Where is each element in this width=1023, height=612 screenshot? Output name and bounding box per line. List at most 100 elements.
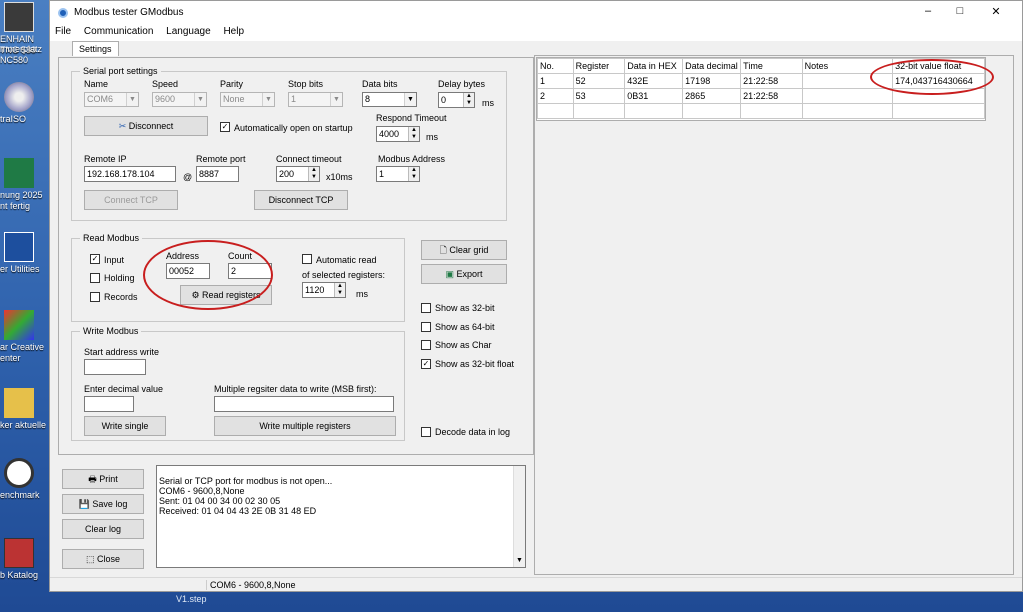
holding-checkbox[interactable] (90, 273, 100, 283)
disconnect-label: Disconnect (128, 121, 174, 131)
maximize-button[interactable]: □ (950, 5, 970, 17)
cell (801, 88, 894, 104)
disconnect-button[interactable]: ✂ Disconnect (84, 116, 208, 136)
connect-tcp-button[interactable]: Connect TCP (84, 190, 178, 210)
cell: 2865 (682, 88, 742, 104)
menu-file[interactable]: File (50, 25, 76, 38)
table-row[interactable] (537, 103, 985, 119)
desktop-icon-folder[interactable]: ker aktuelle (0, 388, 48, 431)
cell: 53 (572, 88, 626, 104)
records-checkbox[interactable] (90, 292, 100, 302)
spin-arrows-icon[interactable]: ▲ ▼ (408, 127, 419, 141)
remote-port-value: 8887 (199, 169, 220, 179)
input-checkbox[interactable]: ✓ (90, 254, 100, 264)
annotation-ellipse (870, 59, 994, 95)
interval-unit: ms (356, 289, 368, 299)
desktop-icon-label: enchmark (0, 490, 40, 500)
spin-arrows-icon[interactable]: ▲ ▼ (308, 167, 319, 181)
save-log-button[interactable]: 💾 Save log (62, 494, 144, 514)
parity-select[interactable]: None ▼ (220, 92, 275, 107)
databits-select[interactable]: 8 ▼ (362, 92, 417, 107)
print-label: Print (99, 474, 118, 484)
spin-arrows-icon[interactable]: ▲ ▼ (408, 167, 419, 181)
show-32bit-float-checkbox[interactable]: ✓ (421, 359, 431, 369)
remote-port-label: Remote port (196, 154, 246, 164)
show-char-checkbox[interactable] (421, 340, 431, 350)
automatic-read-checkbox[interactable] (302, 254, 312, 264)
desktop-file-label[interactable]: V1.step (176, 594, 207, 604)
desktop-icon-excel[interactable]: nung 2025 nt fertig (0, 158, 48, 212)
write-multiple-button[interactable]: Write multiple registers (214, 416, 396, 436)
respond-timeout-spinner[interactable]: 4000 ▲ ▼ (376, 126, 420, 142)
auto-open-checkbox[interactable]: ✓ (220, 122, 230, 132)
export-button[interactable]: ▣ Export (421, 264, 507, 284)
write-group-label: Write Modbus (80, 326, 142, 336)
desktop-icon-benchmark[interactable]: enchmark (0, 458, 48, 501)
clear-grid-label: Clear grid (449, 245, 489, 255)
tab-settings[interactable]: Settings (72, 41, 119, 56)
remote-port-field[interactable]: 8887 (196, 166, 239, 182)
decimal-value-field[interactable] (84, 396, 134, 412)
header-hex[interactable]: Data in HEX (624, 58, 684, 74)
connect-timeout-spinner[interactable]: 200 ▲ ▼ (276, 166, 320, 182)
header-no[interactable]: No. (537, 58, 574, 74)
show-32bit-checkbox[interactable] (421, 303, 431, 313)
header-register[interactable]: Register (572, 58, 626, 74)
desktop-icon-nc[interactable]: mmerplatz NC580 (0, 44, 48, 66)
write-single-button[interactable]: Write single (84, 416, 166, 436)
header-decimal[interactable]: Data decimal (682, 58, 742, 74)
close-window-button[interactable]: ✕ (986, 5, 1006, 18)
cell (892, 103, 985, 119)
menu-language[interactable]: Language (161, 25, 216, 38)
speed-select[interactable]: 9600 ▼ (152, 92, 207, 107)
minimize-button[interactable]: – (918, 5, 938, 17)
app-icon (58, 8, 68, 18)
spin-arrows-icon[interactable]: ▲ ▼ (463, 93, 474, 107)
connect-timeout-value: 200 (279, 169, 295, 179)
auto-read-interval-spinner[interactable]: 1120 ▲ ▼ (302, 282, 346, 298)
of-selected-label: of selected registers: (302, 270, 386, 280)
write-modbus-group: Write Modbus Start address write Enter d… (71, 326, 405, 441)
header-time[interactable]: Time (740, 58, 803, 74)
chevron-down-icon: ▼ (404, 93, 416, 106)
port-name-select[interactable]: COM6 ▼ (84, 92, 139, 107)
databits-label: Data bits (362, 79, 398, 89)
desktop-icon-ultraiso[interactable]: traISO (0, 82, 48, 125)
chevron-down-icon: ▼ (330, 93, 342, 106)
save-log-label: Save log (92, 499, 128, 509)
log-scrollbar[interactable]: ▼ (513, 466, 525, 567)
desktop-icon-label: ar Creative enter (0, 342, 45, 363)
modbus-address-spinner[interactable]: 1 ▲ ▼ (376, 166, 420, 182)
log-output[interactable]: Serial or TCP port for modbus is not ope… (156, 465, 526, 568)
clear-grid-button[interactable]: 🗋 Clear grid (421, 240, 507, 260)
scroll-down-icon[interactable]: ▼ (516, 556, 523, 566)
speed-value: 9600 (155, 94, 176, 104)
desktop-icon-katalog[interactable]: b Katalog (0, 538, 48, 581)
show-64bit-checkbox[interactable] (421, 322, 431, 332)
start-address-field[interactable] (84, 359, 146, 375)
desktop-icon-creative[interactable]: ar Creative enter (0, 310, 48, 364)
multiple-data-field[interactable] (214, 396, 394, 412)
disconnect-tcp-button[interactable]: Disconnect TCP (254, 190, 348, 210)
close-button[interactable]: ⬚ Close (62, 549, 144, 569)
menu-help[interactable]: Help (218, 25, 249, 38)
decode-log-checkbox[interactable] (421, 427, 431, 437)
log-line: Serial or TCP port for modbus is not ope… (159, 476, 333, 486)
delay-unit: ms (482, 98, 494, 108)
clear-log-button[interactable]: Clear log (62, 519, 144, 539)
desktop-icon-label: nung 2025 nt fertig (0, 190, 43, 211)
menu-communication[interactable]: Communication (79, 25, 158, 38)
chevron-down-icon: ▼ (262, 93, 274, 106)
settings-pane: Serial port settings Name COM6 ▼ Speed 96… (58, 57, 534, 455)
automatic-read-label: Automatic read (316, 255, 377, 265)
export-label: Export (456, 269, 483, 279)
records-label: Records (104, 292, 138, 302)
cell: 17198 (682, 73, 742, 89)
remote-ip-label: Remote IP (84, 154, 127, 164)
desktop-icon-utilities[interactable]: er Utilities (0, 232, 48, 275)
print-button[interactable]: 🖶 Print (62, 469, 144, 489)
stopbits-select[interactable]: 1 ▼ (288, 92, 343, 107)
delay-spinner[interactable]: 0 ▲ ▼ (438, 92, 475, 108)
spin-arrows-icon[interactable]: ▲ ▼ (334, 283, 345, 297)
remote-ip-field[interactable]: 192.168.178.104 (84, 166, 176, 182)
